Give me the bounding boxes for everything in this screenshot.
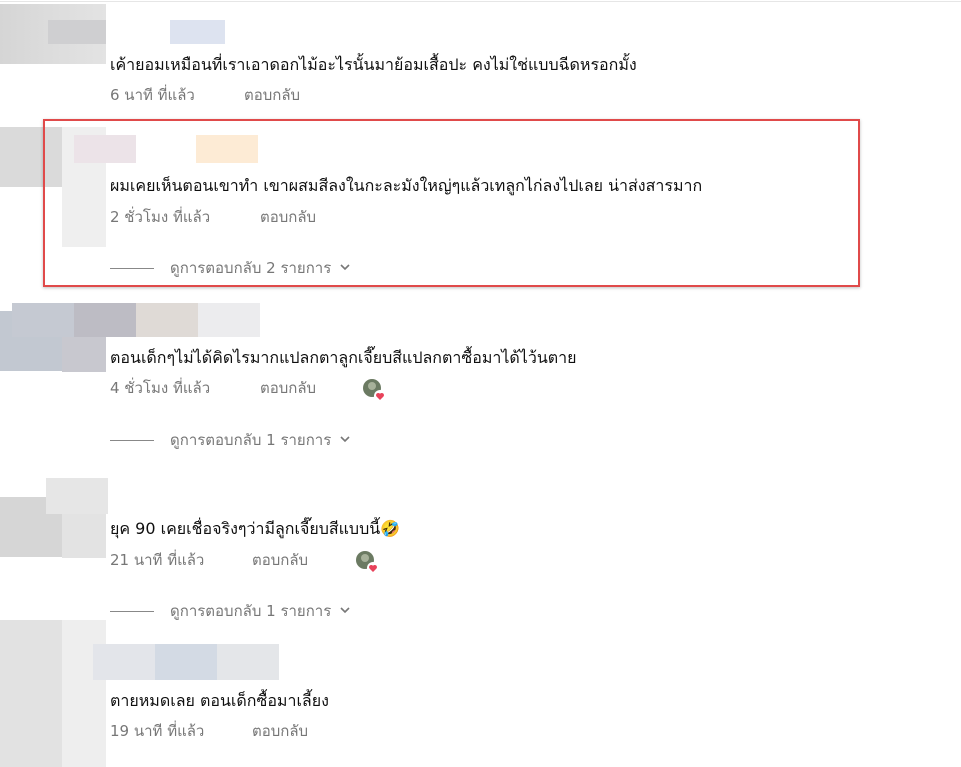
comment-text: ยุค 90 เคยเชื่อจริงๆว่ามีลูกเจี๊ยบสีแบบน… — [110, 519, 401, 538]
view-replies-label: ดูการตอบกลับ 1 รายการ — [170, 602, 332, 620]
chevron-down-icon — [339, 602, 351, 620]
avatar — [62, 337, 106, 372]
username-redacted — [46, 478, 108, 514]
creator-heart-avatar-icon — [362, 378, 386, 402]
reply-button[interactable]: ตอบกลับ — [252, 550, 308, 570]
comment-text: เค้ายอมเหมือนที่เราเอาดอกไม้อะไรนั้นมาย้… — [110, 55, 637, 74]
view-replies-button[interactable]: ดูการตอบกลับ 1 รายการ — [110, 601, 351, 621]
comment-time: 4 ชั่วโมง ที่แล้ว — [110, 379, 211, 397]
comment-text: ตายหมดเลย ตอนเด็กซื้อมาเลี้ยง — [110, 691, 329, 710]
username-redacted — [217, 644, 279, 680]
comment-time: 6 นาที ที่แล้ว — [110, 86, 195, 104]
reply-button[interactable]: ตอบกลับ — [260, 378, 316, 398]
creator-heart-avatar-icon — [355, 550, 379, 574]
username-redacted — [74, 303, 136, 337]
username-redacted — [93, 644, 155, 680]
top-divider — [0, 1, 961, 2]
view-replies-label: ดูการตอบกลับ 1 รายการ — [170, 431, 332, 449]
avatar — [62, 620, 106, 767]
chevron-down-icon — [339, 431, 351, 449]
username-redacted — [155, 644, 217, 680]
username-redacted — [198, 303, 260, 337]
divider-line — [110, 610, 154, 612]
comment-time: 19 นาที ที่แล้ว — [110, 722, 205, 740]
username-redacted — [136, 303, 198, 337]
username-redacted — [170, 20, 225, 44]
avatar — [62, 513, 106, 558]
highlight-box — [43, 119, 860, 287]
reply-button[interactable]: ตอบกลับ — [252, 721, 308, 741]
avatar[interactable] — [0, 620, 62, 767]
comment-text: ตอนเด็กๆไม่ได้คิดไรมากแปลกตาลูกเจี๊ยบสีแ… — [110, 348, 577, 367]
username-redacted — [48, 20, 106, 44]
divider-line — [110, 439, 154, 441]
comment-time: 21 นาที ที่แล้ว — [110, 551, 205, 569]
reply-button[interactable]: ตอบกลับ — [244, 85, 300, 105]
username-redacted — [12, 303, 74, 337]
view-replies-button[interactable]: ดูการตอบกลับ 1 รายการ — [110, 430, 351, 450]
